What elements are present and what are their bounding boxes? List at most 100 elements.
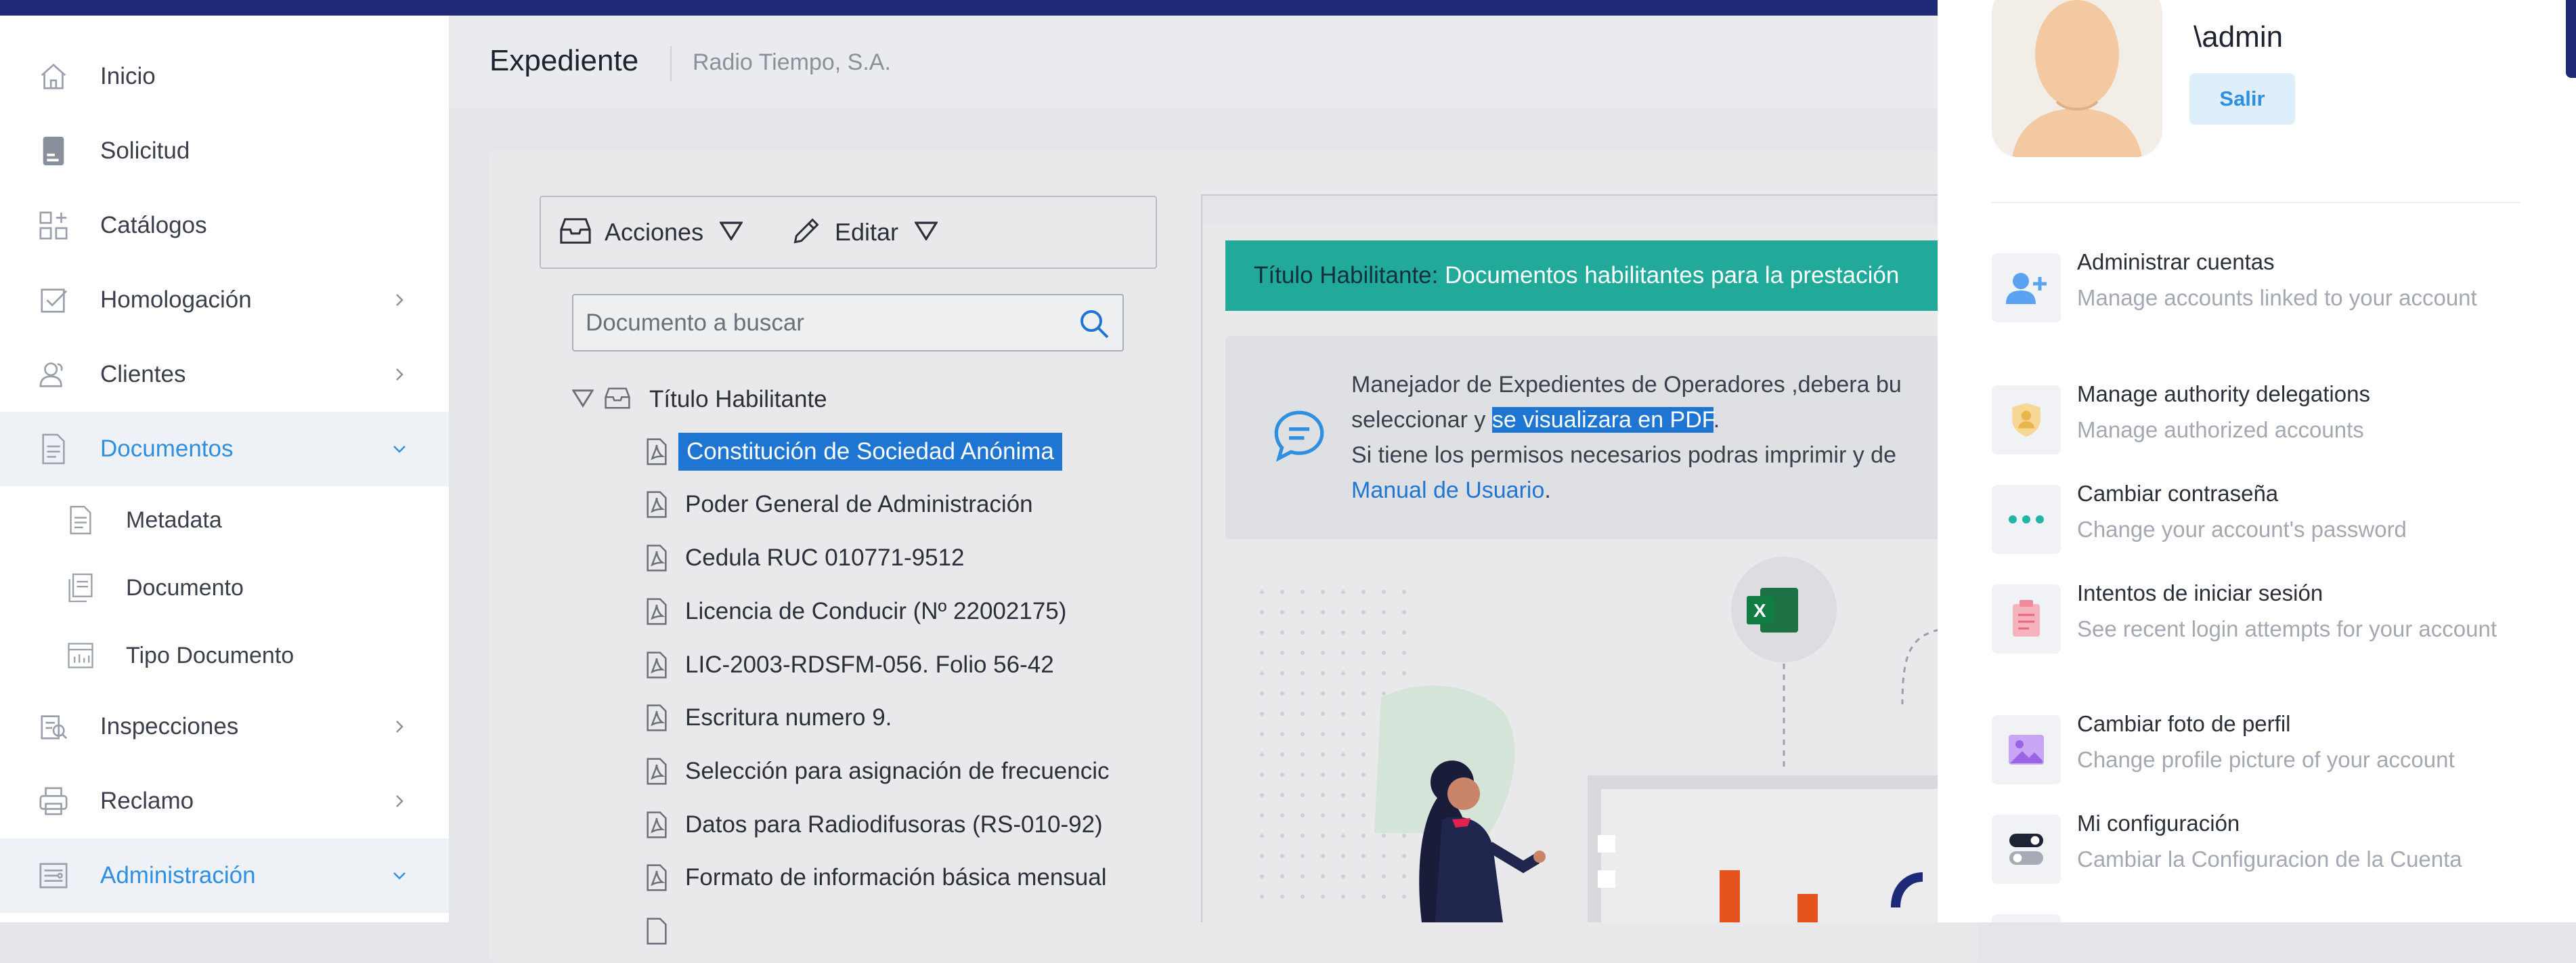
sidebar-item-catalogos[interactable]: Catálogos [0,188,449,263]
dots-icon [1992,485,2061,554]
sidebar-item-clientes[interactable]: Clientes [0,337,449,412]
sidebar-item-label: Administración [100,862,256,889]
menu-item-intentos-sesion[interactable]: Intentos de iniciar sesión See recent lo… [1992,580,2547,668]
menu-item-cambiar-contrasena[interactable]: Cambiar contraseña Change your account's… [1992,481,2547,555]
menu-item-authority-delegations[interactable]: Manage authority delegations Manage auth… [1992,381,2547,456]
menu-item-cambiar-foto[interactable]: Cambiar foto de perfil Change profile pi… [1992,711,2547,786]
sidebar-item-solicitud[interactable]: Solicitud [0,114,449,188]
menu-item-partial-icon [1992,914,2061,922]
users-icon [35,356,72,393]
menu-item-desc: Manage authorized accounts [2077,417,2364,442]
tree-item[interactable]: Cedula RUC 010771-9512 [643,534,965,582]
user-menu-dropdown: \admin Salir Administrar cuentas Manage … [1938,0,2576,922]
sidebar-item-homologacion[interactable]: Homologación [0,263,449,337]
tree-root-label: Título Habilitante [649,386,827,412]
sidebar-subitem-label: Metadata [126,507,222,533]
tree-item-label: Formato de información básica mensual [685,864,1107,891]
tree-item[interactable]: Escritura numero 9. [643,694,892,742]
menu-item-title: Cambiar foto de perfil [2077,711,2291,736]
tree-item-label: Cedula RUC 010771-9512 [685,544,965,571]
sidebar-item-label: Catálogos [100,212,207,238]
info-text: Manejador de Expedientes de Operadores ,… [1351,367,1939,508]
chevron-down-icon [386,435,413,463]
inspection-icon [35,708,72,745]
info-line-2: seleccionar y se visualizara en PDF. [1351,402,1939,437]
chevron-right-icon [386,286,413,314]
menu-item-title: Cambiar contraseña [2077,481,2279,506]
tree-item[interactable]: Datos para Radiodifusoras (RS-010-92) [643,801,1103,849]
tree-item[interactable]: Constitución de Sociedad Anónima [643,428,1062,475]
tree-item[interactable]: Selección para asignación de frecuencic [643,748,1110,795]
pdf-file-icon [643,702,670,734]
tree-item[interactable]: Poder General de Administración [643,481,1033,528]
tree-item-label: LIC-2003-RDSFM-056. Folio 56-42 [685,651,1054,678]
menu-item-title: Administrar cuentas [2077,249,2275,274]
pdf-file-icon [643,861,670,894]
banner-text: Título Habilitante: Documentos habilitan… [1254,262,1899,289]
avatar[interactable] [1992,0,2162,157]
sidebar-subitem-metadata[interactable]: Metadata [0,486,449,554]
clipboard-icon [1992,584,2061,654]
header-divider [670,46,672,81]
sidebar-subitem-label: Tipo Documento [126,642,294,668]
viewer-border [1201,224,1202,922]
info-line-2-pre: seleccionar y [1351,407,1492,433]
document-search [572,294,1124,351]
pencil-icon [791,216,821,249]
sidebar-item-label: Reclamo [100,788,194,814]
sidebar-subitem-documento[interactable]: Documento [0,554,449,622]
banner-label: Título Habilitante: [1254,262,1439,288]
tree-item-partial[interactable] [643,907,670,955]
scrollbar[interactable] [2566,0,2576,78]
info-line-3: Si tiene los permisos necesarios podras … [1351,442,1896,468]
sidebar: Inicio Solicitud Catálogos Homologación … [0,16,449,922]
sidebar-item-label: Homologación [100,286,252,313]
logout-button[interactable]: Salir [2189,73,2295,125]
page-header: Expediente Radio Tiempo, S.A. [449,16,1938,108]
tree-item-label: Poder General de Administración [685,491,1033,517]
sidebar-item-inspecciones[interactable]: Inspecciones [0,689,449,764]
menu-item-partial[interactable] [1992,910,2547,922]
sidebar-item-label: Solicitud [100,137,190,164]
triangle-down-icon[interactable] [571,389,594,411]
menu-item-desc: Cambiar la Configuracion de la Cuenta [2077,847,2462,872]
toggle-icon [1992,815,2061,884]
menu-item-title: Manage authority delegations [2077,381,2370,406]
sidebar-item-reclamo[interactable]: Reclamo [0,764,449,838]
pdf-file-icon [643,595,670,628]
inbox-icon [560,217,591,248]
menu-item-desc: Change profile picture of your account [2077,747,2455,772]
pdf-file-icon [643,809,670,841]
chevron-right-icon [386,788,413,815]
tree-item[interactable]: LIC-2003-RDSFM-056. Folio 56-42 [643,641,1054,689]
sidebar-item-label: Inicio [100,63,156,89]
search-icon[interactable] [1075,305,1113,343]
info-box: Manejador de Expedientes de Operadores ,… [1225,336,1939,539]
add-user-icon [1992,253,2061,322]
info-line-4-post: . [1544,477,1551,503]
tree-item-label: Datos para Radiodifusoras (RS-010-92) [685,811,1103,838]
search-input[interactable] [584,303,1061,343]
menu-item-mi-configuracion[interactable]: Mi configuración Cambiar la Configuracio… [1992,811,2547,885]
sidebar-item-inicio[interactable]: Inicio [0,39,449,114]
page-subtitle: Radio Tiempo, S.A. [693,49,891,75]
file-text-icon [65,503,96,537]
grid-add-icon [35,207,72,244]
info-line-2-post: . [1713,407,1720,433]
tree-item[interactable]: Formato de información básica mensual [643,854,1107,901]
document-icon [35,133,72,169]
sidebar-item-documentos[interactable]: Documentos [0,412,449,486]
actions-button[interactable]: Acciones [560,197,743,268]
pdf-file-icon [643,755,670,788]
tree-item-label: Selección para asignación de frecuencic [685,758,1110,784]
viewer-header [1201,194,1939,224]
sidebar-item-label: Clientes [100,361,186,387]
sidebar-subitem-tipo-documento[interactable]: Tipo Documento [0,622,449,689]
sidebar-item-administracion[interactable]: Administración [0,838,449,913]
menu-item-administrar-cuentas[interactable]: Administrar cuentas Manage accounts link… [1992,249,2547,337]
edit-button[interactable]: Editar [791,197,938,268]
tree-root[interactable]: Título Habilitante [571,381,827,419]
user-manual-link[interactable]: Manual de Usuario [1351,477,1544,503]
tree-item[interactable]: Licencia de Conducir (Nº 22002175) [643,588,1066,635]
sidebar-item-label: Inspecciones [100,713,239,740]
